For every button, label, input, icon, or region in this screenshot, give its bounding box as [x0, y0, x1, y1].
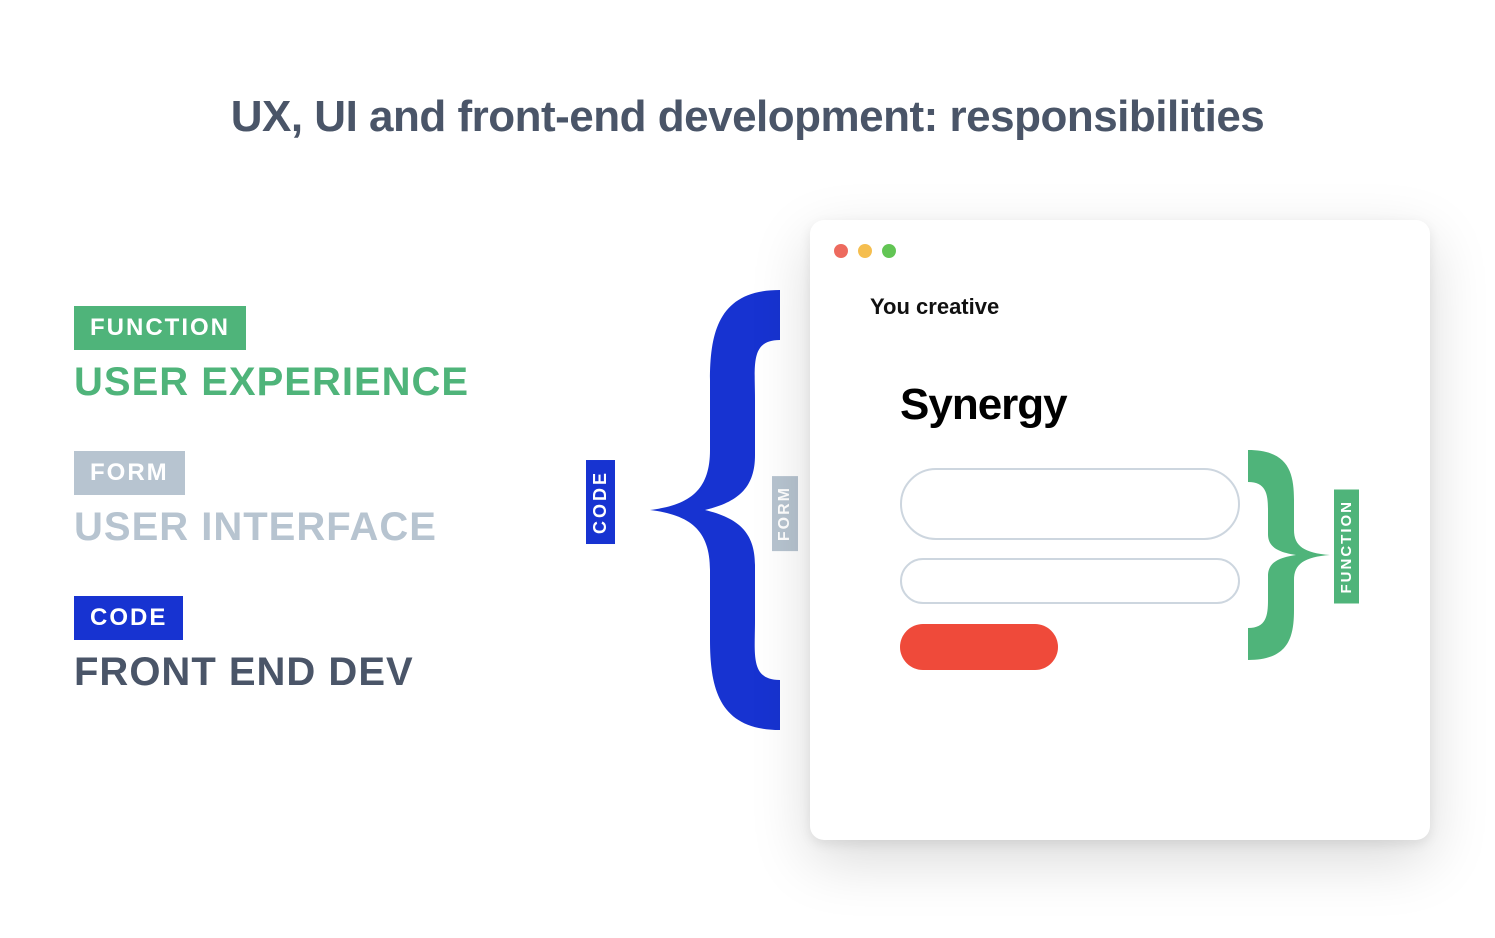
tag-code: CODE	[74, 596, 183, 640]
brace-code: CODE	[580, 290, 780, 730]
diagram-stage: UX, UI and front-end development: respon…	[0, 0, 1495, 938]
mock-input-1	[900, 468, 1240, 540]
brace-function: FUNCTION	[1248, 450, 1368, 660]
mock-input-2	[900, 558, 1240, 604]
legend-user-interface: USER INTERFACE	[74, 505, 469, 550]
legend-user-experience: USER EXPERIENCE	[74, 360, 469, 405]
window-zoom-icon	[882, 244, 896, 258]
window-subtitle: You creative	[870, 294, 999, 320]
page-title: UX, UI and front-end development: respon…	[0, 92, 1495, 142]
tag-form: FORM	[74, 451, 185, 495]
window-traffic-lights	[834, 244, 896, 258]
legend-front-end-dev: FRONT END DEV	[74, 650, 469, 695]
brace-code-label: CODE	[586, 460, 615, 544]
window-minimize-icon	[858, 244, 872, 258]
tag-function: FUNCTION	[74, 306, 246, 350]
legend-column: FUNCTION USER EXPERIENCE FORM USER INTER…	[74, 306, 469, 741]
brace-function-label: FUNCTION	[1334, 490, 1359, 604]
brace-form-label: FORM	[772, 476, 798, 551]
window-title: Synergy	[900, 380, 1067, 430]
mock-submit-button	[900, 624, 1058, 670]
window-close-icon	[834, 244, 848, 258]
